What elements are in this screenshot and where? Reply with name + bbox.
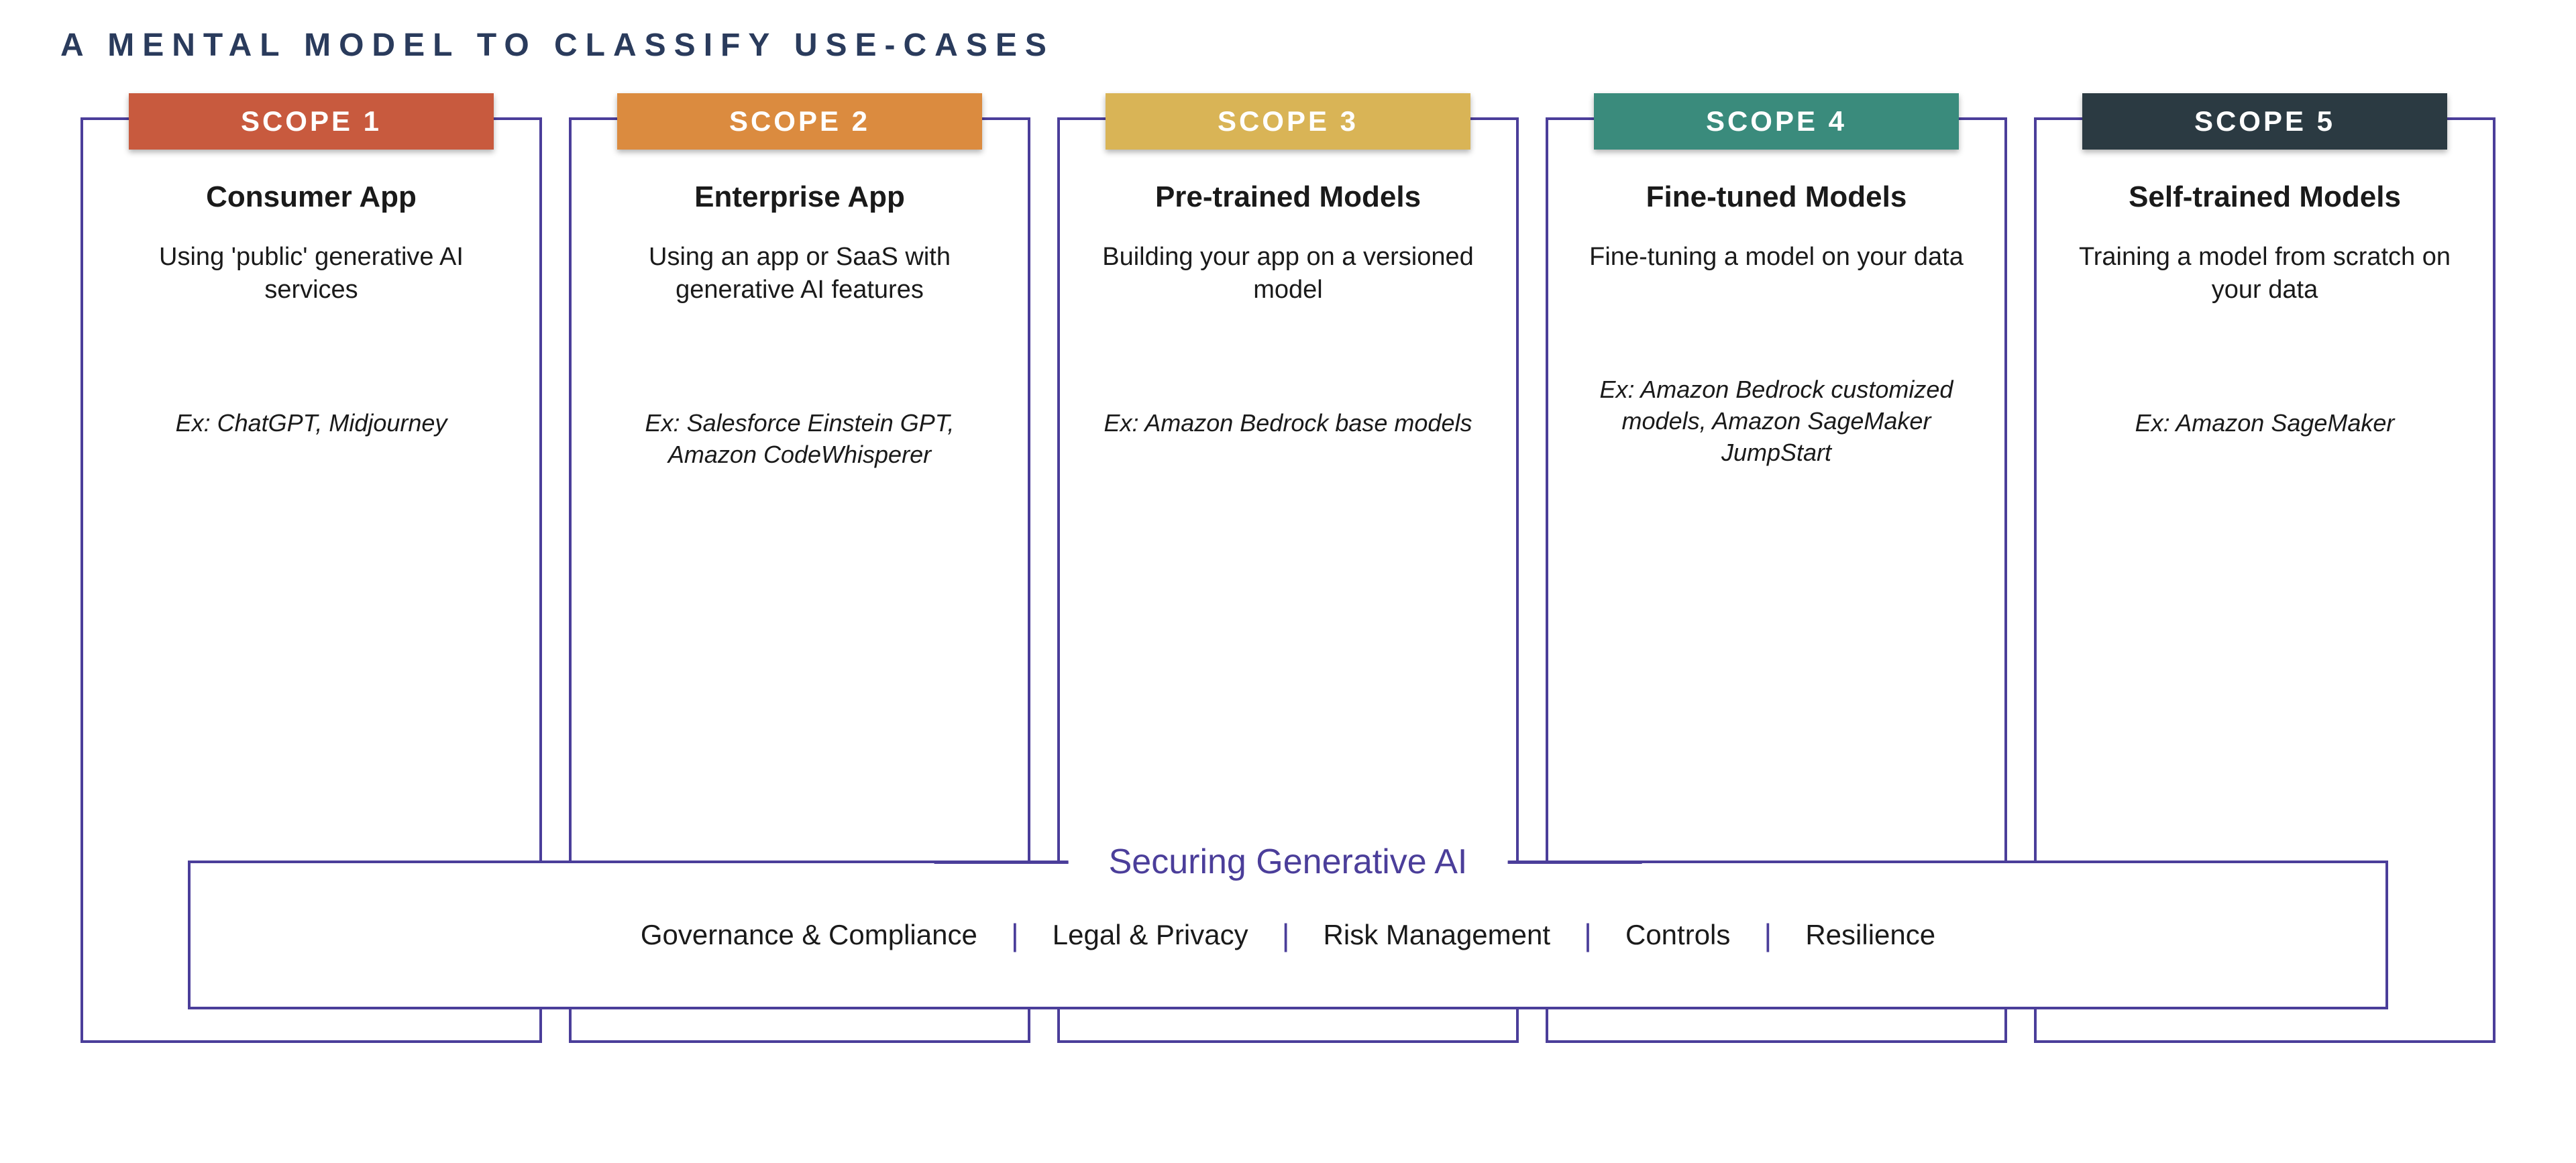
securing-item-resilience: Resilience — [1805, 919, 1935, 951]
scope-desc-2: Using an app or SaaS with generative AI … — [592, 241, 1008, 307]
scope-example-1: Ex: ChatGPT, Midjourney — [103, 408, 519, 439]
securing-item-legal: Legal & Privacy — [1053, 919, 1248, 951]
scope-example-5: Ex: Amazon SageMaker — [2057, 408, 2473, 439]
scopes-container: SCOPE 1 Consumer App Using 'public' gene… — [40, 117, 2536, 1043]
scope-desc-1: Using 'public' generative AI services — [103, 241, 519, 307]
securing-box: Securing Generative AI Governance & Comp… — [188, 861, 2388, 1009]
separator-icon: | — [1011, 917, 1019, 953]
scope-title-4: Fine-tuned Models — [1568, 180, 1984, 214]
scope-header-1: SCOPE 1 — [129, 93, 494, 150]
securing-title: Securing Generative AI — [1069, 842, 1508, 882]
scope-title-3: Pre-trained Models — [1080, 180, 1496, 214]
scope-example-2: Ex: Salesforce Einstein GPT, Amazon Code… — [592, 408, 1008, 471]
securing-item-risk: Risk Management — [1324, 919, 1550, 951]
separator-icon: | — [1584, 917, 1592, 953]
securing-item-governance: Governance & Compliance — [641, 919, 977, 951]
scope-title-2: Enterprise App — [592, 180, 1008, 214]
scope-header-2: SCOPE 2 — [617, 93, 982, 150]
scope-example-3: Ex: Amazon Bedrock base models — [1080, 408, 1496, 439]
securing-items-row: Governance & Compliance | Legal & Privac… — [217, 917, 2359, 953]
scope-header-3: SCOPE 3 — [1106, 93, 1470, 150]
scope-header-4: SCOPE 4 — [1594, 93, 1959, 150]
securing-item-controls: Controls — [1625, 919, 1730, 951]
page-subtitle: A MENTAL MODEL TO CLASSIFY USE-CASES — [60, 27, 2536, 64]
scope-example-4: Ex: Amazon Bedrock customized models, Am… — [1568, 374, 1984, 468]
separator-icon: | — [1764, 917, 1772, 953]
scope-title-1: Consumer App — [103, 180, 519, 214]
scope-header-5: SCOPE 5 — [2082, 93, 2447, 150]
scope-title-5: Self-trained Models — [2057, 180, 2473, 214]
separator-icon: | — [1282, 917, 1290, 953]
scope-desc-3: Building your app on a versioned model — [1080, 241, 1496, 307]
scope-desc-5: Training a model from scratch on your da… — [2057, 241, 2473, 307]
scope-desc-4: Fine-tuning a model on your data — [1568, 241, 1984, 274]
